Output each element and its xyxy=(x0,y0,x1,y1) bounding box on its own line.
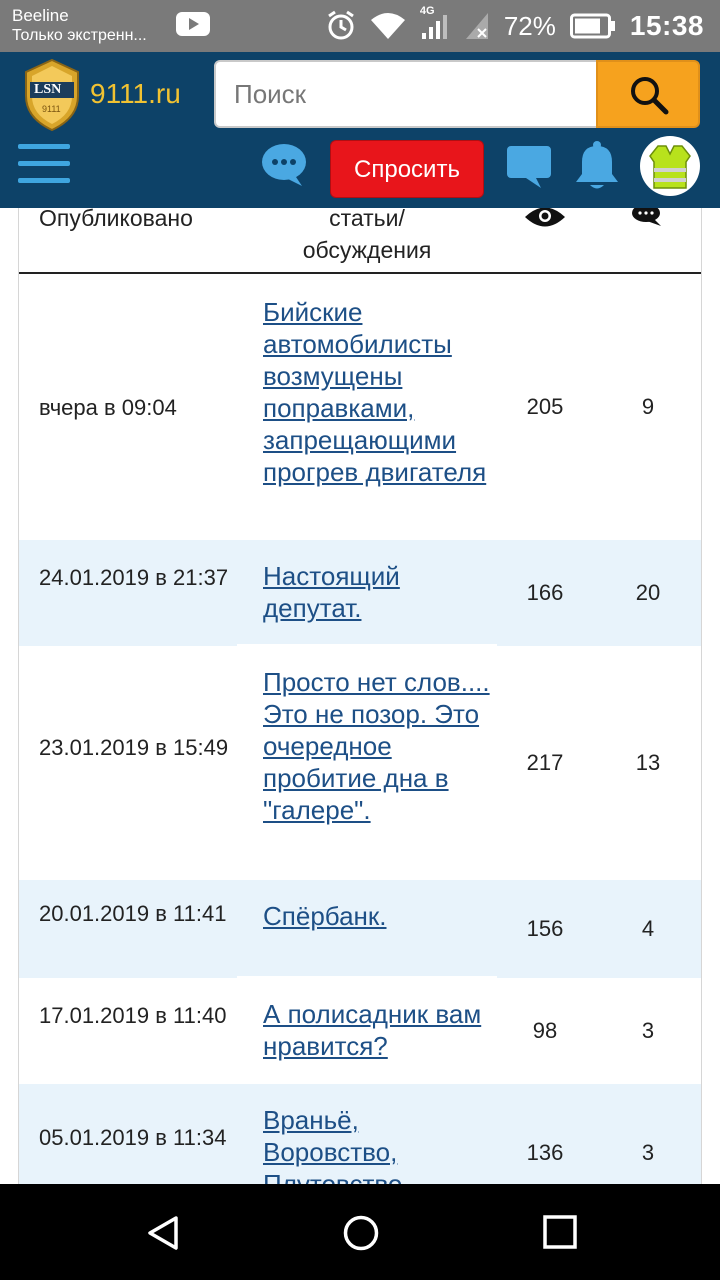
row-title-link[interactable]: Враньё, Воровство, Плутовство xyxy=(263,1104,493,1184)
logo-text: LSN xyxy=(34,82,62,97)
row-comments: 3 xyxy=(641,1140,655,1165)
row-title-link[interactable]: Бийские автомобилисты возмущены поправка… xyxy=(263,296,493,488)
row-date: 23.01.2019 в 15:49 xyxy=(39,735,229,760)
battery-percent: 72% xyxy=(503,10,556,41)
ask-button[interactable]: Спросить xyxy=(330,140,484,198)
table-row: 17.01.2019 в 11:40 А полисадник вам нрав… xyxy=(19,978,701,1084)
bell-icon[interactable] xyxy=(574,140,620,197)
user-avatar[interactable] xyxy=(640,136,700,196)
chat-icon[interactable] xyxy=(260,142,308,193)
table-header: Опубликовано статьи/ обсуждения xyxy=(19,208,701,274)
site-logo[interactable]: LSN 9111 xyxy=(20,58,84,132)
column-header-date[interactable]: Опубликовано xyxy=(39,208,193,234)
menu-button[interactable] xyxy=(18,144,72,188)
search-icon xyxy=(631,77,669,115)
row-title-link[interactable]: Спёрбанк. xyxy=(263,900,493,932)
eye-icon[interactable] xyxy=(524,208,566,236)
site-name[interactable]: 9111.ru xyxy=(90,78,181,110)
table-row: 23.01.2019 в 15:49 Просто нет слов.... Э… xyxy=(19,646,701,880)
table-row: 05.01.2019 в 11:34 Враньё, Воровство, Пл… xyxy=(19,1084,701,1184)
row-comments: 20 xyxy=(635,580,661,605)
row-views: 217 xyxy=(526,750,564,775)
emergency-notice: Только экстренн... xyxy=(12,27,147,44)
carrier-name: Beeline xyxy=(12,6,69,25)
network-type: 4G xyxy=(419,5,435,17)
home-icon[interactable] xyxy=(342,1214,380,1257)
logo-subtext: 9111 xyxy=(42,104,61,114)
column-header-title-line1: статьи/ xyxy=(329,208,405,231)
search-button[interactable] xyxy=(596,60,700,128)
row-date: 20.01.2019 в 11:41 xyxy=(39,901,227,926)
table-row: 20.01.2019 в 11:41 Спёрбанк. 156 4 xyxy=(19,880,701,978)
row-title-link[interactable]: Просто нет слов.... Это не позор. Это оч… xyxy=(263,666,493,826)
row-comments: 4 xyxy=(641,916,655,941)
row-title-link[interactable]: Настоящий депутат. xyxy=(263,560,493,624)
signal-4g-icon: 4G xyxy=(420,5,450,41)
status-icons: 4G 72% 15:38 xyxy=(326,5,704,44)
youtube-icon xyxy=(176,12,210,36)
column-header-title-line2: обсуждения xyxy=(302,237,432,263)
row-date: 24.01.2019 в 21:37 xyxy=(39,565,229,590)
row-date: вчера в 09:04 xyxy=(39,395,177,420)
back-icon[interactable] xyxy=(144,1214,182,1257)
row-views: 156 xyxy=(526,916,564,941)
android-nav-bar xyxy=(0,1184,720,1280)
column-header-title[interactable]: статьи/ обсуждения xyxy=(237,208,497,266)
row-views: 98 xyxy=(532,1018,558,1043)
row-comments: 3 xyxy=(641,1018,655,1043)
row-title-link[interactable]: А полисадник вам нравится? xyxy=(263,998,493,1062)
wifi-icon xyxy=(370,12,406,40)
row-views: 205 xyxy=(526,394,564,419)
row-comments: 9 xyxy=(641,394,655,419)
search-input[interactable] xyxy=(214,60,598,128)
battery-icon xyxy=(569,13,616,39)
table-row: 24.01.2019 в 21:37 Настоящий депутат. 16… xyxy=(19,540,701,646)
row-comments: 13 xyxy=(635,750,661,775)
site-header: LSN 9111 9111.ru Спросить xyxy=(0,52,720,208)
recents-icon[interactable] xyxy=(542,1214,578,1255)
alarm-icon xyxy=(326,10,356,42)
carrier-info: Beeline Только экстренн... xyxy=(12,6,147,46)
status-bar: Beeline Только экстренн... 4G 72% 15:38 xyxy=(0,0,720,52)
messages-icon[interactable] xyxy=(505,144,553,195)
row-date: 17.01.2019 в 11:40 xyxy=(39,1003,227,1028)
row-date: 05.01.2019 в 11:34 xyxy=(39,1125,227,1150)
table-row: вчера в 09:04 Бийские автомобилисты возм… xyxy=(19,274,701,540)
signal-nosim-icon xyxy=(464,11,490,41)
comments-icon[interactable] xyxy=(631,208,663,236)
articles-table: Опубликовано статьи/ обсуждения вчера в … xyxy=(18,208,702,1184)
row-views: 166 xyxy=(526,580,564,605)
row-views: 136 xyxy=(526,1140,564,1165)
clock: 15:38 xyxy=(629,10,704,41)
